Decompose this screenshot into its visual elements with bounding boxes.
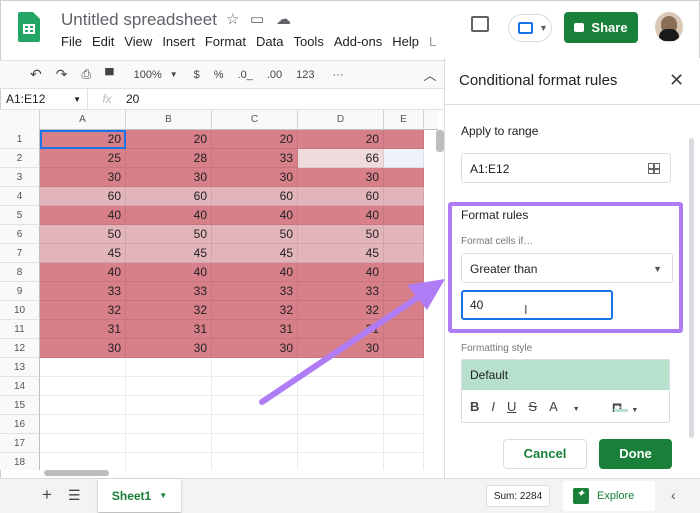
annotation-arrow: [259, 279, 445, 405]
